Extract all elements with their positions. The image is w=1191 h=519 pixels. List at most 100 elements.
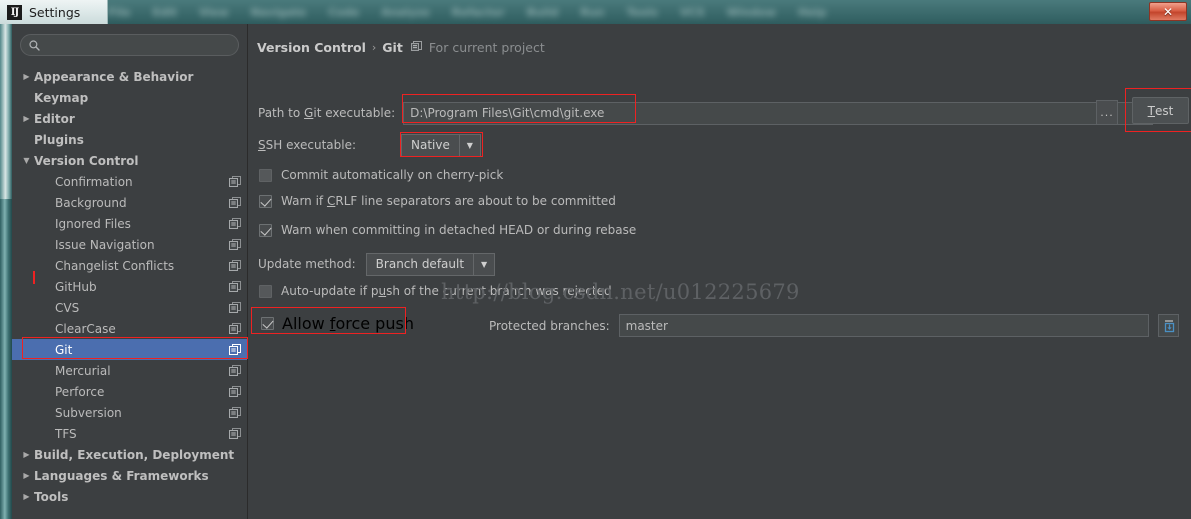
sidebar-item-git[interactable]: Git <box>12 339 247 360</box>
chevron-right-icon[interactable]: ▶ <box>19 492 34 501</box>
sidebar-item-label: Subversion <box>55 405 122 420</box>
sidebar-item-label: Keymap <box>34 90 89 105</box>
checkbox-label: Commit automatically on cherry-pick <box>281 168 504 182</box>
update-method-label: Update method: <box>258 257 356 271</box>
sidebar-item-label: Issue Navigation <box>55 237 155 252</box>
sidebar-item-subversion[interactable]: Subversion <box>12 402 247 423</box>
sidebar-item-version-control[interactable]: ▼ Version Control <box>12 150 247 171</box>
background-menu-item: Run <box>580 5 605 19</box>
chevron-right-icon[interactable]: ▶ <box>19 72 34 81</box>
sidebar-item-tools[interactable]: ▶ Tools <box>12 486 247 507</box>
sidebar-item-tfs[interactable]: TFS <box>12 423 247 444</box>
sidebar-item-label: Perforce <box>55 384 105 399</box>
sidebar-item-github[interactable]: GitHub <box>12 276 247 297</box>
sidebar-item-changelist-conflicts[interactable]: Changelist Conflicts <box>12 255 247 276</box>
window-title-chip: IJ Settings <box>0 0 108 24</box>
chevron-right-icon[interactable]: ▶ <box>19 114 34 123</box>
sidebar-item-perforce[interactable]: Perforce <box>12 381 247 402</box>
sidebar-item-build-execution-deployment[interactable]: ▶ Build, Execution, Deployment <box>12 444 247 465</box>
sidebar-item-label: Git <box>55 342 73 357</box>
configurable-icon <box>229 364 241 377</box>
background-menu-item: Refactor <box>451 5 505 19</box>
update-method-dropdown[interactable]: Branch default ▼ <box>365 252 496 276</box>
chevron-down-icon: ▼ <box>473 253 494 275</box>
close-button[interactable]: ✕ <box>1149 2 1187 21</box>
sidebar-item-label: Plugins <box>34 132 84 147</box>
sidebar-item-label: GitHub <box>55 279 97 294</box>
protected-branches-label: Protected branches: <box>489 318 610 333</box>
ssh-executable-value: Native <box>411 138 450 152</box>
configurable-icon <box>229 238 241 251</box>
sidebar-item-label: Version Control <box>34 153 139 168</box>
checkbox-auto-update-on-reject[interactable]: Auto-update if push of the current branc… <box>259 284 612 298</box>
ssh-executable-dropdown[interactable]: Native ▼ <box>401 133 481 157</box>
title-bar: File Edit View Navigate Code Analyze Refactor B… <box>0 0 1191 24</box>
update-method-row: Update method: Branch default ▼ <box>258 252 496 276</box>
checkbox-allow-force-push[interactable]: Allow force push <box>261 314 414 333</box>
configurable-icon <box>229 343 241 356</box>
git-executable-input[interactable]: D:\Program Files\Git\cmd\git.exe <box>403 101 1153 125</box>
search-box[interactable] <box>20 34 239 56</box>
sidebar-item-confirmation[interactable]: Confirmation <box>12 171 247 192</box>
sidebar-item-clearcase[interactable]: ClearCase <box>12 318 247 339</box>
sidebar-item-appearance-behavior[interactable]: ▶ Appearance & Behavior <box>12 66 247 87</box>
git-settings-panel: Version Control › Git For current projec… <box>248 24 1191 519</box>
git-executable-label: Path to Git executable: <box>258 106 396 120</box>
checkbox-box[interactable] <box>259 223 272 237</box>
background-menu-item: Navigate <box>250 5 307 19</box>
configurable-icon <box>229 385 241 398</box>
sidebar-item-label: ClearCase <box>55 321 116 336</box>
checkbox-box[interactable] <box>259 168 272 182</box>
protected-branches-row: Protected branches: master <box>489 313 1179 338</box>
sidebar-item-cvs[interactable]: CVS <box>12 297 247 318</box>
sidebar-item-editor[interactable]: ▶ Editor <box>12 108 247 129</box>
chevron-down-icon[interactable]: ▼ <box>19 156 34 165</box>
sidebar-item-label: Background <box>55 195 127 210</box>
configurable-icon <box>229 217 241 230</box>
chevron-right-icon[interactable]: ▶ <box>19 450 34 459</box>
checkbox-commit-cherry-pick[interactable]: Commit automatically on cherry-pick <box>259 168 503 182</box>
configurable-icon <box>229 196 241 209</box>
background-menu-item: Analyze <box>381 5 430 19</box>
ssh-executable-label: SSH executable: <box>258 138 357 152</box>
sidebar-item-mercurial[interactable]: Mercurial <box>12 360 247 381</box>
chevron-right-icon[interactable]: ▶ <box>19 471 34 480</box>
configurable-icon <box>229 322 241 335</box>
sidebar-item-issue-navigation[interactable]: Issue Navigation <box>12 234 247 255</box>
settings-tree: ▶ Appearance & Behavior Keymap ▶ Editor Plugi… <box>12 60 247 507</box>
checkbox-label: Auto-update if push of the current branc… <box>281 284 612 298</box>
configurable-icon <box>229 259 241 272</box>
sidebar-item-label: Editor <box>34 111 75 126</box>
configurable-icon <box>229 427 241 440</box>
background-menu-item: Code <box>328 5 360 19</box>
background-menu-item: View <box>198 5 229 19</box>
sidebar-item-ignored-files[interactable]: Ignored Files <box>12 213 247 234</box>
protected-branches-input[interactable]: master <box>618 314 1149 337</box>
configurable-icon <box>229 406 241 419</box>
breadcrumb-parent[interactable]: Version Control <box>257 40 366 55</box>
background-menu-item: Help <box>798 5 827 19</box>
annotation-tick-github <box>33 271 35 284</box>
background-menu-blur: File Edit View Navigate Code Analyze Refactor B… <box>108 0 826 24</box>
search-input[interactable] <box>46 38 230 52</box>
checkbox-box[interactable] <box>259 194 272 208</box>
update-method-value: Branch default <box>375 257 465 271</box>
checkbox-warn-crlf[interactable]: Warn if CRLF line separators are about t… <box>259 194 616 208</box>
sidebar-item-languages-frameworks[interactable]: ▶ Languages & Frameworks <box>12 465 247 486</box>
background-menu-item: Edit <box>152 5 177 19</box>
window-title: Settings <box>29 4 81 20</box>
breadcrumb-current: Git <box>382 40 403 55</box>
sidebar-item-label: Languages & Frameworks <box>34 468 209 483</box>
browse-path-button[interactable]: ... <box>1096 100 1118 125</box>
checkbox-box[interactable] <box>259 284 272 298</box>
checkbox-box[interactable] <box>261 317 274 330</box>
sidebar-item-plugins[interactable]: Plugins <box>12 129 247 150</box>
expand-field-icon[interactable] <box>1158 314 1179 337</box>
checkbox-warn-detached-head[interactable]: Warn when committing in detached HEAD or… <box>259 223 636 237</box>
breadcrumb: Version Control › Git For current projec… <box>257 40 545 55</box>
project-scope-icon <box>410 40 422 55</box>
sidebar-item-background[interactable]: Background <box>12 192 247 213</box>
test-button[interactable]: Test <box>1132 97 1189 124</box>
sidebar-item-label: TFS <box>55 426 77 441</box>
sidebar-item-keymap[interactable]: Keymap <box>12 87 247 108</box>
